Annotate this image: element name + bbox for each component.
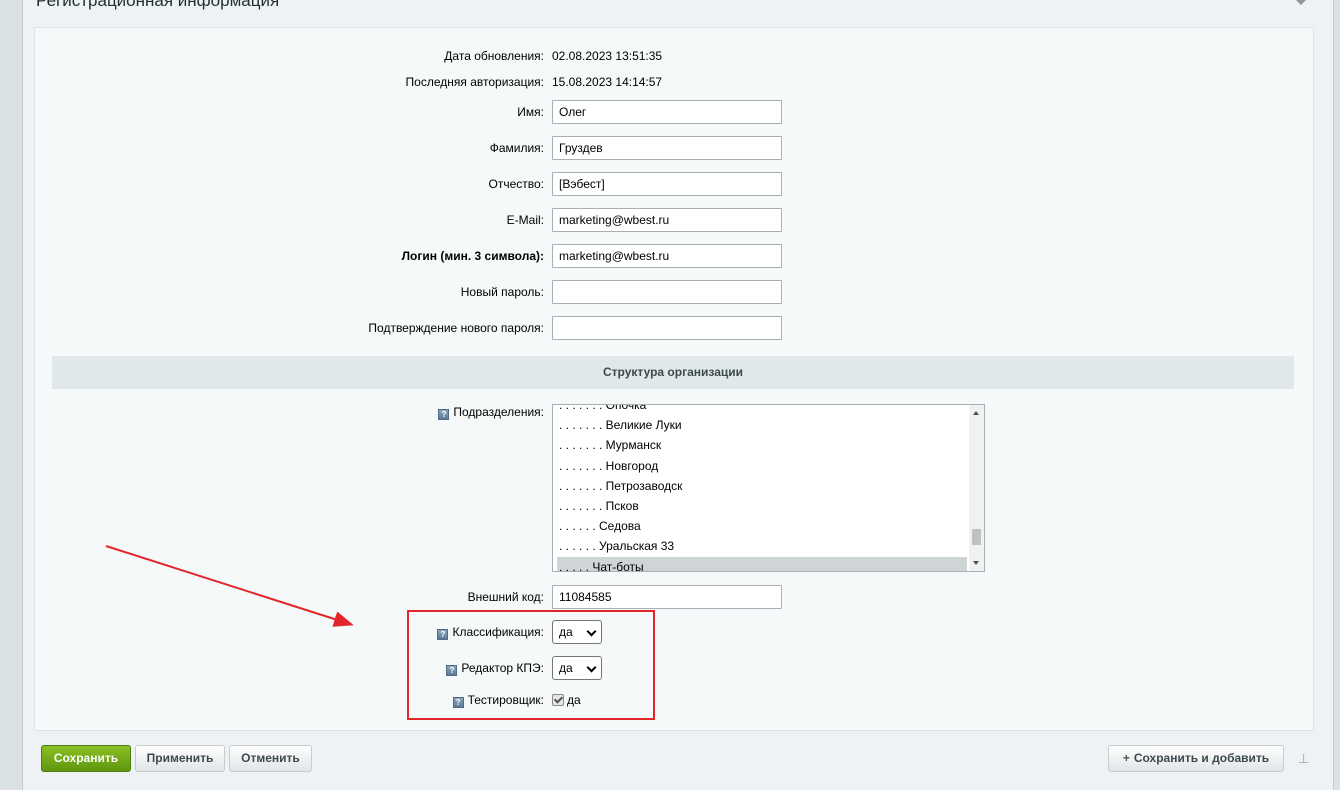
save-button[interactable]: Сохранить <box>41 745 131 772</box>
red-arrow-icon <box>105 545 354 627</box>
save-and-add-button[interactable]: + Сохранить и добавить <box>1108 745 1284 772</box>
save-and-add-label: Сохранить и добавить <box>1133 751 1270 765</box>
cancel-button[interactable]: Отменить <box>229 745 312 772</box>
pin-icon[interactable]: ⊥ <box>1298 752 1309 766</box>
plus-icon: + <box>1122 751 1130 765</box>
apply-button[interactable]: Применить <box>135 745 225 772</box>
